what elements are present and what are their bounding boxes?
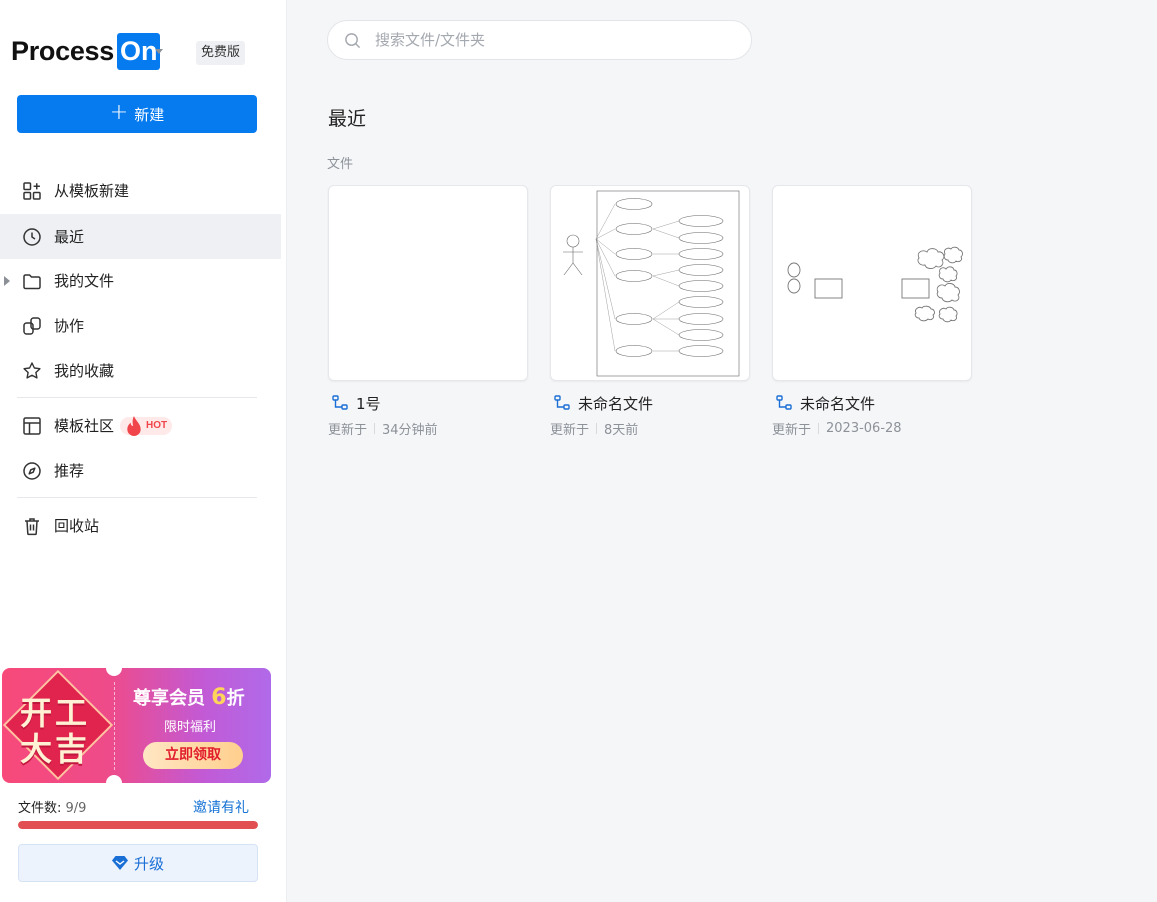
template-layout-icon (22, 416, 42, 436)
search-icon (345, 32, 361, 48)
file-meta-label: 更新于 (772, 423, 812, 438)
file-title: 未命名文件 (772, 393, 972, 413)
file-updated-time: 2023-06-28 (826, 421, 902, 436)
file-name: 未命名文件 (578, 394, 654, 413)
promo-discount-unit: 折 (226, 688, 245, 709)
file-updated-time: 8天前 (604, 423, 639, 438)
promo-notch (106, 775, 122, 783)
new-button[interactable]: + 新建 (17, 95, 257, 133)
new-button-label: 新建 (134, 105, 165, 124)
file-updated-time: 34分钟前 (382, 423, 438, 438)
nav-recommend[interactable]: 推荐 (0, 448, 281, 493)
file-meta-label: 更新于 (550, 423, 590, 438)
hot-tag: HOT (120, 415, 173, 436)
nav-favorites[interactable]: 我的收藏 (0, 348, 281, 393)
diamond-icon (111, 856, 128, 870)
file-quota-value: 9/9 (65, 801, 87, 816)
plan-badge[interactable]: 免费版 (196, 41, 246, 65)
nav-trash[interactable]: 回收站 (0, 503, 281, 548)
promo-discount-num: 6 (211, 685, 227, 710)
nav-label: 模板社区 (54, 417, 115, 435)
nav-label: 从模板新建 (54, 182, 130, 200)
promo-banner[interactable]: 开工 大吉 尊享会员 6折 限时福利 立即领取 (2, 668, 271, 783)
flowchart-icon (776, 395, 792, 410)
flame-icon (127, 415, 141, 436)
file-name: 未命名文件 (800, 394, 876, 413)
file-title: 1号 (328, 393, 528, 413)
meta-separator (596, 423, 598, 434)
flowchart-icon (554, 395, 570, 410)
file-quota-label: 文件数: (18, 801, 62, 816)
upgrade-button[interactable]: 升级 (18, 844, 258, 882)
promo-big-line2: 大吉 (20, 730, 91, 768)
meta-separator (818, 423, 820, 434)
collaboration-icon (22, 316, 42, 336)
promo-title: 尊享会员 6折 (133, 684, 245, 710)
file-card[interactable]: 未命名文件 更新于 8天前 (550, 185, 750, 438)
file-thumbnail[interactable] (328, 185, 528, 381)
file-name: 1号 (356, 394, 381, 413)
meta-separator (374, 423, 376, 434)
file-meta: 更新于 34分钟前 (328, 419, 528, 438)
page-title: 最近 (328, 108, 367, 130)
compass-icon (22, 461, 42, 481)
nav-label: 回收站 (54, 517, 100, 535)
trash-icon (22, 516, 42, 536)
file-card[interactable]: 1号 更新于 34分钟前 (328, 185, 528, 438)
promo-title-text: 尊享会员 (133, 688, 205, 709)
section-label: 文件 (327, 157, 354, 172)
nav-from-template[interactable]: 从模板新建 (0, 168, 281, 213)
nav-my-files[interactable]: 我的文件 (0, 258, 281, 303)
promo-art: 开工 大吉 (2, 668, 114, 783)
flowchart-icon (332, 395, 348, 410)
folder-icon (22, 271, 42, 291)
upgrade-label: 升级 (133, 854, 164, 873)
logo-text: Process (11, 35, 114, 66)
file-card[interactable]: 未命名文件 更新于 2023-06-28 (772, 185, 972, 438)
logo-badge: On (116, 32, 161, 70)
promo-subtitle: 限时福利 (164, 720, 217, 735)
nav-collab[interactable]: 协作 (0, 303, 281, 348)
shapes-diagram-preview (787, 246, 963, 323)
promo-dash (114, 682, 115, 770)
sidebar-divider (17, 497, 257, 498)
file-quota-fill (18, 821, 258, 829)
search-bar[interactable] (327, 20, 752, 60)
file-thumbnail[interactable] (772, 185, 972, 381)
nav-label: 推荐 (54, 462, 85, 480)
chevron-down-icon[interactable] (155, 49, 163, 54)
clock-icon (22, 227, 42, 247)
invite-link[interactable]: 邀请有礼 (193, 797, 249, 817)
file-meta-label: 更新于 (328, 423, 368, 438)
file-title: 未命名文件 (550, 393, 750, 413)
file-meta: 更新于 8天前 (550, 419, 750, 438)
nav-label: 我的文件 (54, 272, 115, 290)
hot-tag-label: HOT (146, 420, 168, 431)
processon-logo[interactable]: Process On (11, 32, 161, 70)
file-quota: 文件数: 9/9 (18, 797, 86, 816)
plus-icon: + (109, 100, 129, 125)
sidebar-divider (17, 397, 257, 398)
search-input[interactable] (375, 31, 725, 49)
file-meta: 更新于 2023-06-28 (772, 419, 972, 438)
nav-recent[interactable]: 最近 (0, 214, 281, 259)
file-quota-bar (18, 821, 258, 829)
nav-community[interactable]: 模板社区 HOT (0, 403, 281, 448)
nav-label: 协作 (54, 317, 85, 335)
use-case-diagram-preview (563, 190, 740, 377)
star-icon (22, 361, 42, 381)
nav-label: 最近 (54, 228, 85, 246)
nav-label: 我的收藏 (54, 362, 115, 380)
apps-grid-icon (22, 181, 42, 201)
promo-claim-button[interactable]: 立即领取 (143, 742, 243, 769)
file-thumbnail[interactable] (550, 185, 750, 381)
sidebar: Process On 免费版 + 新建 从模板新建 最近 我的文件 协作 我的收… (0, 0, 287, 902)
